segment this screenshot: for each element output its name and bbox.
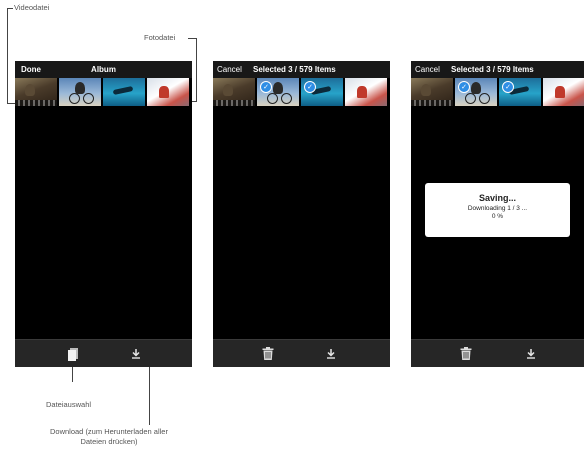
rider-shape bbox=[223, 84, 233, 96]
wheel-shape bbox=[267, 93, 278, 104]
trash-icon bbox=[460, 347, 472, 360]
file-select-icon bbox=[68, 347, 78, 361]
skier-shape bbox=[357, 86, 367, 98]
download-button[interactable] bbox=[521, 340, 541, 367]
thumbnail-strip: ✓ ✓ bbox=[213, 78, 390, 106]
thumbnail-video[interactable] bbox=[15, 78, 57, 106]
diver-shape bbox=[112, 85, 134, 96]
callout-download-line1: Download (zum Herunterladen aller bbox=[50, 427, 168, 436]
thumbnail-photo-ski[interactable] bbox=[147, 78, 189, 106]
download-button[interactable] bbox=[321, 340, 341, 367]
delete-button[interactable] bbox=[258, 340, 278, 367]
cancel-button[interactable]: Cancel bbox=[415, 65, 440, 74]
checkmark-icon: ✓ bbox=[502, 81, 514, 93]
checkmark-icon: ✓ bbox=[304, 81, 316, 93]
thumbnail-photo-ski[interactable] bbox=[345, 78, 387, 106]
thumbnail-video[interactable] bbox=[411, 78, 453, 106]
video-filmstrip-icon bbox=[15, 100, 57, 106]
bottom-toolbar bbox=[411, 339, 584, 367]
callout-videodatei-line-v bbox=[7, 8, 8, 104]
checkmark-icon: ✓ bbox=[260, 81, 272, 93]
callout-videodatei: Videodatei bbox=[14, 3, 50, 12]
trash-icon bbox=[262, 347, 274, 360]
screen-selection: Cancel Selected 3 / 579 Items ✓ ✓ bbox=[213, 61, 390, 367]
video-filmstrip-icon bbox=[213, 100, 255, 106]
bottom-toolbar bbox=[15, 339, 192, 367]
callout-dateiauswahl: Dateiauswahl bbox=[46, 400, 92, 409]
selected-count: Selected 3 / 579 Items bbox=[451, 65, 534, 74]
thumbnail-photo-bike[interactable]: ✓ bbox=[455, 78, 497, 106]
wheel-shape bbox=[83, 93, 94, 104]
navbar: Album Done bbox=[15, 61, 192, 78]
callout-dateiauswahl-line bbox=[72, 367, 73, 382]
navbar: Cancel Selected 3 / 579 Items bbox=[411, 61, 584, 78]
callout-download-line bbox=[149, 367, 150, 425]
delete-button[interactable] bbox=[456, 340, 476, 367]
thumbnail-photo-ski[interactable] bbox=[543, 78, 584, 106]
download-icon bbox=[527, 348, 535, 359]
saving-title: Saving... bbox=[478, 193, 516, 203]
download-icon bbox=[132, 348, 140, 359]
album-title: Album bbox=[91, 65, 116, 74]
selected-count: Selected 3 / 579 Items bbox=[253, 65, 336, 74]
download-icon bbox=[327, 348, 335, 359]
navbar: Cancel Selected 3 / 579 Items bbox=[213, 61, 390, 78]
saving-dialog: Saving... Downloading 1 / 3 ... 0 % bbox=[425, 183, 570, 237]
thumbnail-photo-dive[interactable]: ✓ bbox=[499, 78, 541, 106]
checkmark-icon: ✓ bbox=[458, 81, 470, 93]
done-button[interactable]: Done bbox=[21, 65, 41, 74]
skier-shape bbox=[555, 86, 565, 98]
thumbnail-strip bbox=[15, 78, 192, 106]
file-select-button[interactable] bbox=[63, 340, 83, 367]
download-percent: 0 % bbox=[491, 213, 504, 220]
wheel-shape bbox=[479, 93, 490, 104]
callout-fotodatei-line-h bbox=[188, 38, 196, 39]
thumbnail-photo-dive[interactable] bbox=[103, 78, 145, 106]
thumbnail-video[interactable] bbox=[213, 78, 255, 106]
wheel-shape bbox=[281, 93, 292, 104]
rider-shape bbox=[471, 82, 481, 94]
download-button[interactable] bbox=[126, 340, 146, 367]
thumbnail-photo-bike[interactable] bbox=[59, 78, 101, 106]
thumbnail-photo-bike[interactable]: ✓ bbox=[257, 78, 299, 106]
cancel-button[interactable]: Cancel bbox=[217, 65, 242, 74]
wheel-shape bbox=[69, 93, 80, 104]
thumbnail-strip: ✓ ✓ bbox=[411, 78, 584, 106]
callout-videodatei-line-h2 bbox=[7, 103, 15, 104]
callout-fotodatei-line-v bbox=[196, 38, 197, 101]
callout-download-line2: Dateien drücken) bbox=[80, 437, 138, 446]
rider-shape bbox=[421, 84, 431, 96]
download-progress-text: Downloading 1 / 3 ... bbox=[467, 205, 528, 212]
rider-shape bbox=[25, 84, 35, 96]
callout-fotodatei: Fotodatei bbox=[144, 33, 176, 42]
bottom-toolbar bbox=[213, 339, 390, 367]
wheel-shape bbox=[465, 93, 476, 104]
screen-album: Album Done bbox=[15, 61, 192, 367]
thumbnail-photo-dive[interactable]: ✓ bbox=[301, 78, 343, 106]
skier-shape bbox=[159, 86, 169, 98]
callout-download: Download (zum Herunterladen aller Dateie… bbox=[24, 427, 194, 447]
rider-shape bbox=[273, 82, 283, 94]
screen-saving: Cancel Selected 3 / 579 Items ✓ ✓ Saving… bbox=[411, 61, 584, 367]
video-filmstrip-icon bbox=[411, 100, 453, 106]
rider-shape bbox=[75, 82, 85, 94]
